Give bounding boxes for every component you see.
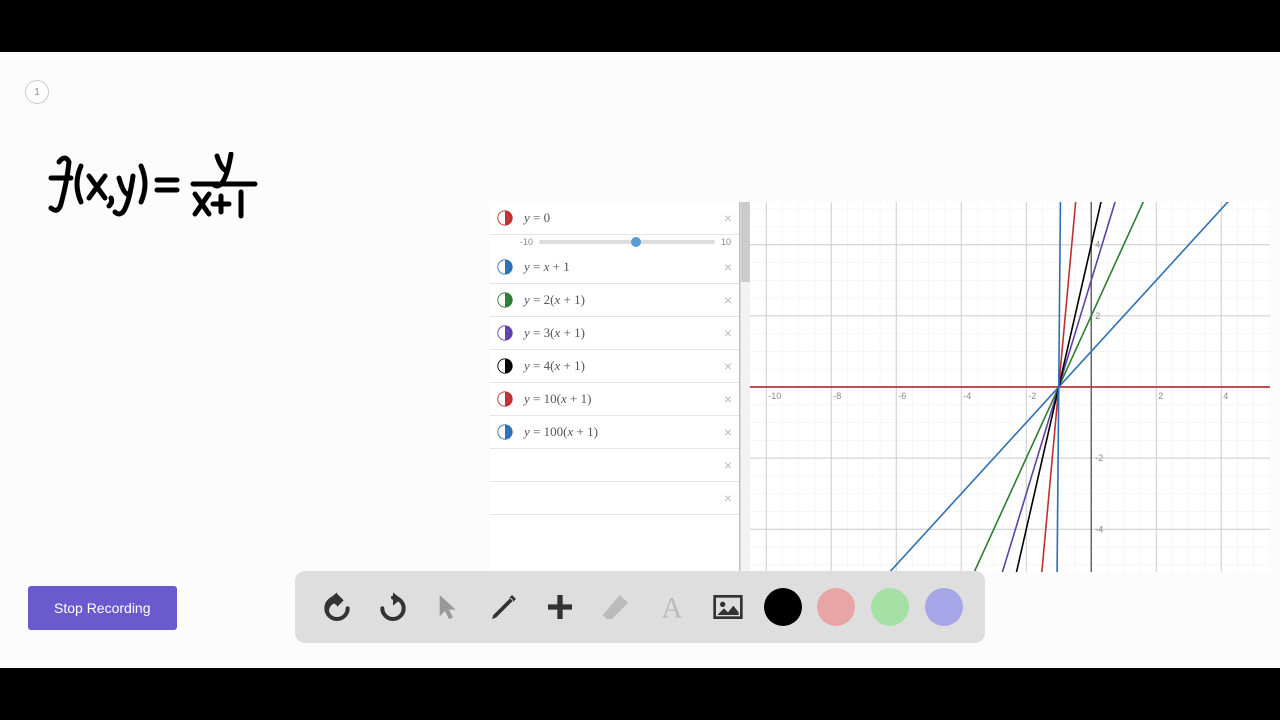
svg-text:4: 4: [1223, 391, 1228, 401]
expression-color-icon[interactable]: [496, 291, 514, 309]
undo-button[interactable]: [317, 587, 357, 627]
expression-color-icon[interactable]: [496, 324, 514, 342]
svg-text:A: A: [661, 593, 682, 623]
color-black[interactable]: [764, 588, 802, 626]
graph-plot[interactable]: -10 -8 -6 -4 -2 2 4 -4 -2 2 4: [750, 202, 1270, 572]
svg-text:4: 4: [1095, 240, 1100, 250]
expression-row[interactable]: y = 3(x + 1) ×: [490, 317, 739, 350]
expression-row-empty[interactable]: ×: [490, 449, 739, 482]
delete-expression-icon[interactable]: ×: [721, 210, 739, 226]
delete-expression-icon[interactable]: ×: [721, 424, 739, 440]
expression-text[interactable]: y = 100(x + 1): [514, 424, 721, 440]
graphing-widget: y = 0 ×-1010 y = x + 1 × y = 2(x + 1) × …: [490, 202, 1270, 572]
svg-text:-4: -4: [963, 391, 971, 401]
image-tool[interactable]: [708, 587, 748, 627]
color-red[interactable]: [817, 588, 855, 626]
svg-text:-6: -6: [898, 391, 906, 401]
expression-color-icon[interactable]: [496, 423, 514, 441]
delete-expression-icon[interactable]: ×: [721, 358, 739, 374]
pointer-tool[interactable]: [429, 587, 469, 627]
text-tool[interactable]: A: [652, 587, 692, 627]
delete-expression-icon[interactable]: ×: [721, 259, 739, 275]
expression-row-empty[interactable]: ×: [490, 482, 739, 515]
svg-text:-10: -10: [768, 391, 781, 401]
svg-text:-2: -2: [1028, 391, 1036, 401]
expression-color-icon[interactable]: [496, 209, 514, 227]
expression-row[interactable]: y = 4(x + 1) ×: [490, 350, 739, 383]
expression-text[interactable]: y = 3(x + 1): [514, 325, 721, 341]
expression-row[interactable]: y = 2(x + 1) ×: [490, 284, 739, 317]
delete-expression-icon[interactable]: ×: [721, 325, 739, 341]
svg-text:2: 2: [1158, 391, 1163, 401]
svg-text:2: 2: [1095, 311, 1100, 321]
svg-text:-4: -4: [1095, 524, 1103, 534]
expression-slider[interactable]: -1010: [490, 235, 739, 251]
page-indicator[interactable]: 1: [25, 80, 49, 104]
expression-color-icon[interactable]: [496, 390, 514, 408]
redo-button[interactable]: [373, 587, 413, 627]
expression-text[interactable]: y = 0: [514, 210, 721, 226]
expression-row[interactable]: y = 0 ×: [490, 202, 739, 235]
expression-scrollbar[interactable]: [740, 202, 750, 572]
expression-text[interactable]: y = x + 1: [514, 259, 721, 275]
delete-expression-icon[interactable]: ×: [721, 391, 739, 407]
expression-text[interactable]: y = 10(x + 1): [514, 391, 721, 407]
expression-text[interactable]: y = 4(x + 1): [514, 358, 721, 374]
expression-color-icon[interactable]: [496, 258, 514, 276]
add-tool[interactable]: [540, 587, 580, 627]
expression-row[interactable]: y = 100(x + 1) ×: [490, 416, 739, 449]
expression-list: y = 0 ×-1010 y = x + 1 × y = 2(x + 1) × …: [490, 202, 740, 572]
delete-expression-icon[interactable]: ×: [721, 457, 739, 473]
delete-expression-icon[interactable]: ×: [721, 292, 739, 308]
delete-expression-icon[interactable]: ×: [721, 490, 739, 506]
handwritten-formula: [45, 152, 275, 232]
eraser-tool[interactable]: [596, 587, 636, 627]
expression-row[interactable]: y = 10(x + 1) ×: [490, 383, 739, 416]
stop-recording-button[interactable]: Stop Recording: [28, 586, 177, 630]
whiteboard-canvas[interactable]: 1: [0, 52, 1280, 668]
color-blue[interactable]: [925, 588, 963, 626]
svg-text:-2: -2: [1095, 453, 1103, 463]
drawing-toolbar: A: [295, 571, 985, 643]
svg-text:-8: -8: [833, 391, 841, 401]
expression-color-icon[interactable]: [496, 357, 514, 375]
expression-row[interactable]: y = x + 1 ×: [490, 251, 739, 284]
color-green[interactable]: [871, 588, 909, 626]
pencil-tool[interactable]: [484, 587, 524, 627]
expression-text[interactable]: y = 2(x + 1): [514, 292, 721, 308]
page-number: 1: [34, 87, 40, 98]
